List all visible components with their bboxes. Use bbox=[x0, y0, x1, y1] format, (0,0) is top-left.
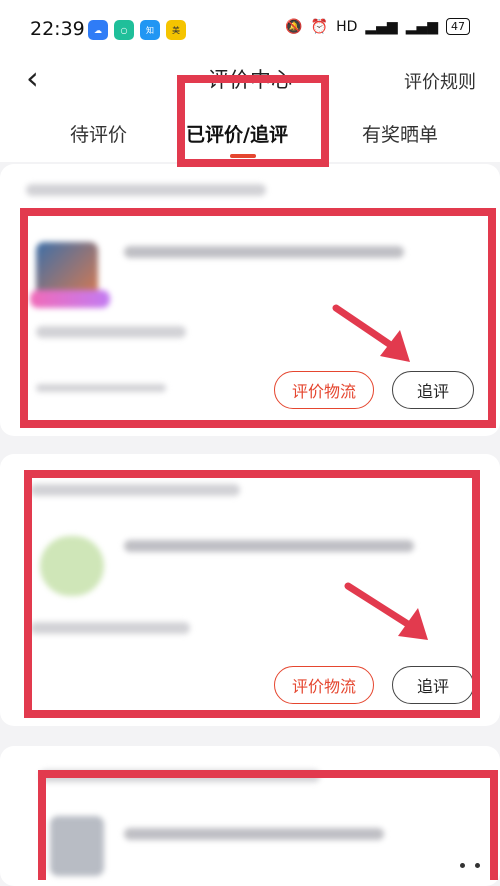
notification-icons: ☁ ○ 知 美 bbox=[88, 20, 186, 40]
meituan-app-icon: 美 bbox=[166, 20, 186, 40]
tab-prize-showcase[interactable]: 有奖晒单 bbox=[362, 120, 438, 147]
mute-icon: 🔕 bbox=[285, 18, 303, 35]
arrow-to-follow-up-1 bbox=[332, 304, 410, 362]
status-right: 🔕 ⏰ HD ▂▄▆ ▂▄▆ 47 bbox=[285, 18, 470, 35]
status-bar: 22:39 ☁ ○ 知 美 🔕 ⏰ HD ▂▄▆ ▂▄▆ 47 bbox=[0, 0, 500, 56]
circle-app-icon: ○ bbox=[114, 20, 134, 40]
active-tab-indicator bbox=[230, 154, 256, 158]
tab-pending-review[interactable]: 待评价 bbox=[70, 120, 127, 147]
network-label: HD bbox=[336, 18, 358, 35]
rate-logistics-button-2[interactable]: 评价物流 bbox=[274, 666, 374, 704]
arrow-to-follow-up-2 bbox=[344, 582, 428, 640]
follow-up-review-button-2[interactable]: 追评 bbox=[392, 666, 474, 704]
rate-logistics-button[interactable]: 评价物流 bbox=[274, 371, 374, 409]
status-time: 22:39 bbox=[30, 18, 85, 40]
cloud-app-icon: ☁ bbox=[88, 20, 108, 40]
nav-bar: ‹ 评价中心 评价规则 bbox=[0, 56, 500, 106]
review-card-1: 评价物流 追评 bbox=[0, 164, 500, 436]
signal-icon: ▂▄▆ bbox=[365, 18, 398, 35]
signal-icon-2: ▂▄▆ bbox=[405, 18, 438, 35]
zhihu-app-icon: 知 bbox=[140, 20, 160, 40]
rules-link[interactable]: 评价规则 bbox=[404, 68, 476, 94]
more-dots-icon[interactable] bbox=[460, 863, 480, 868]
battery-icon: 47 bbox=[446, 18, 470, 35]
follow-up-review-button[interactable]: 追评 bbox=[392, 371, 474, 409]
tab-reviewed-followup[interactable]: 已评价/追评 bbox=[186, 120, 288, 147]
review-card-3 bbox=[0, 746, 500, 886]
alarm-icon: ⏰ bbox=[310, 18, 329, 35]
tab-bar: 待评价 已评价/追评 有奖晒单 bbox=[0, 112, 500, 158]
